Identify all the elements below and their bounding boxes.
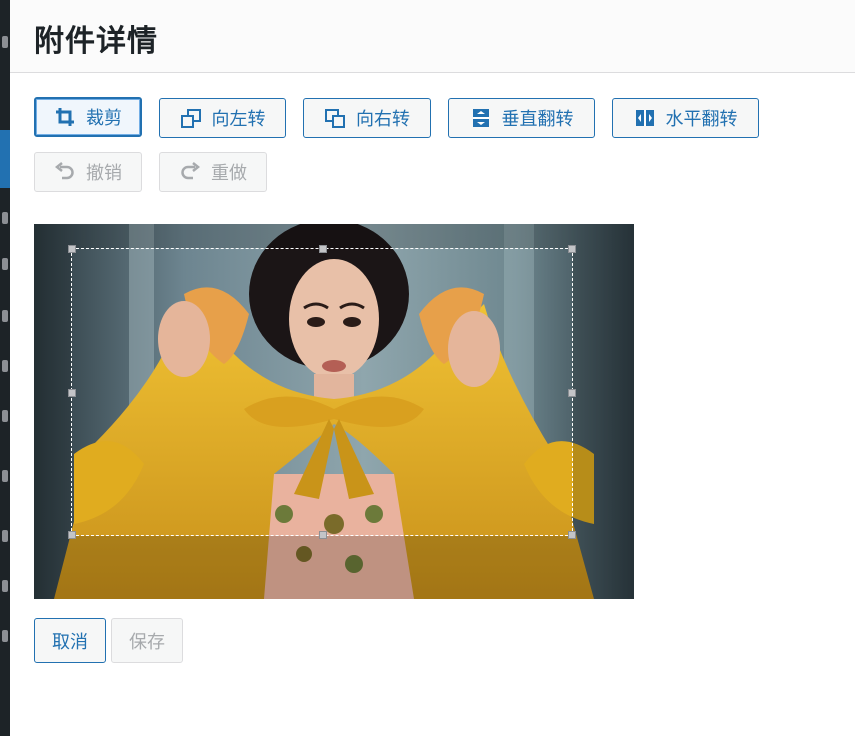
flip-vertical-button[interactable]: 垂直翻转 (448, 98, 595, 138)
redo-button[interactable]: 重做 (159, 152, 267, 192)
flip-vertical-icon (470, 107, 492, 129)
sidebar-icon (2, 580, 8, 592)
crop-icon (54, 106, 76, 128)
cancel-label: 取消 (52, 631, 88, 653)
crop-handle-n[interactable] (319, 245, 327, 253)
image-editor-canvas[interactable] (34, 224, 634, 599)
sidebar-icon (2, 258, 8, 270)
admin-sidebar-edge (0, 0, 10, 736)
crop-handle-nw[interactable] (68, 245, 76, 253)
rotate-left-label: 向左转 (211, 109, 266, 130)
rotate-left-button[interactable]: 向左转 (159, 98, 286, 138)
save-button[interactable]: 保存 (111, 618, 183, 663)
crop-handle-sw[interactable] (68, 531, 76, 539)
crop-handle-se[interactable] (568, 531, 576, 539)
sidebar-icon (2, 530, 8, 542)
sidebar-icon (2, 212, 8, 224)
rotate-right-label: 向右转 (356, 109, 410, 130)
sidebar-icon (2, 410, 8, 422)
undo-icon (54, 161, 76, 183)
page-header: 附件详情 (10, 0, 855, 73)
save-label: 保存 (129, 631, 165, 653)
sidebar-icon (2, 630, 8, 642)
crop-label: 裁剪 (86, 108, 122, 129)
flip-horizontal-label: 水平翻转 (665, 109, 738, 130)
flip-vertical-label: 垂直翻转 (501, 109, 574, 130)
flip-horizontal-icon (634, 107, 656, 129)
sidebar-icon (2, 360, 8, 372)
crop-selection[interactable] (68, 245, 576, 539)
crop-handle-w[interactable] (68, 389, 76, 397)
rotate-right-button[interactable]: 向右转 (303, 98, 431, 138)
flip-horizontal-button[interactable]: 水平翻转 (612, 98, 759, 138)
sidebar-highlight (0, 130, 10, 188)
sidebar-icon (2, 470, 8, 482)
rotate-right-icon (324, 107, 346, 129)
crop-handle-s[interactable] (319, 531, 327, 539)
sidebar-icon (2, 310, 8, 322)
crop-handle-ne[interactable] (568, 245, 576, 253)
rotate-left-icon (180, 107, 202, 129)
undo-label: 撤销 (86, 163, 122, 184)
page-title: 附件详情 (34, 24, 158, 59)
sidebar-icon (2, 36, 8, 48)
undo-button[interactable]: 撤销 (34, 152, 142, 192)
crop-button[interactable]: 裁剪 (34, 97, 142, 137)
redo-label: 重做 (211, 163, 247, 184)
redo-icon (179, 161, 201, 183)
cancel-button[interactable]: 取消 (34, 618, 106, 663)
crop-handle-e[interactable] (568, 389, 576, 397)
